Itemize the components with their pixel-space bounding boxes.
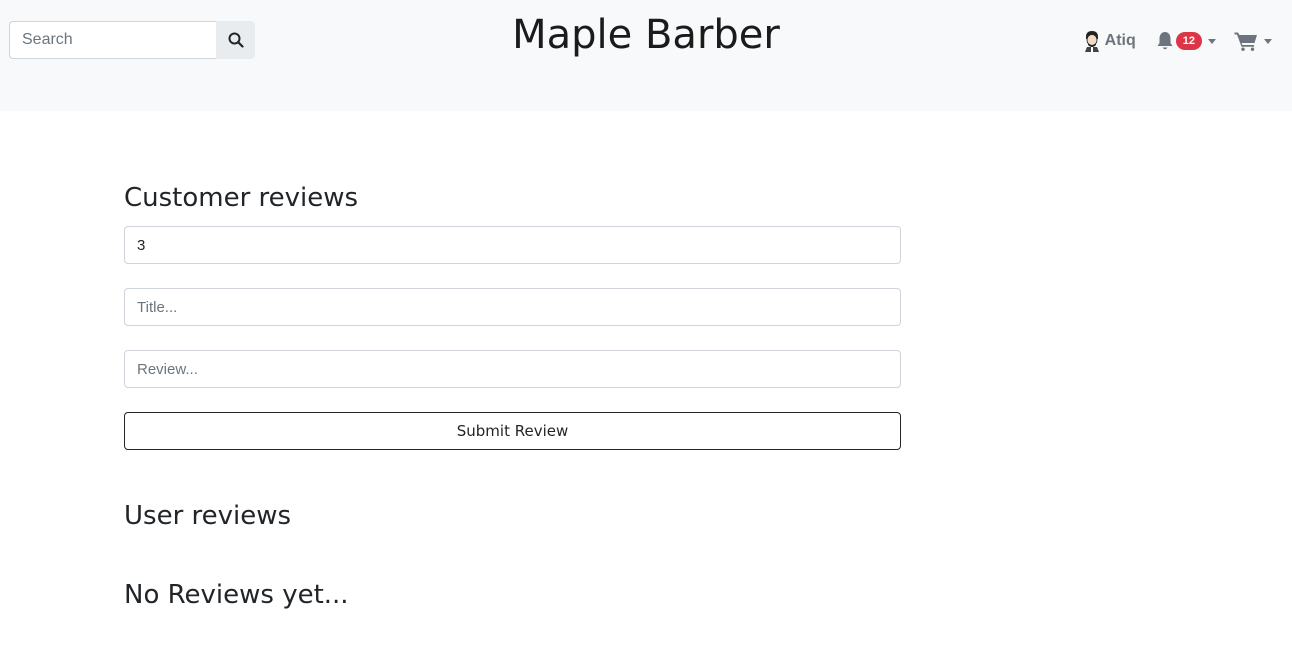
reviews-section: Customer reviews Submit Review User revi… <box>124 183 901 610</box>
shopping-cart-icon <box>1234 32 1257 51</box>
review-title-input[interactable] <box>124 288 901 326</box>
top-navbar: Maple Barber Atiq 12 <box>0 0 1292 111</box>
rating-input[interactable] <box>124 226 901 264</box>
search-icon <box>228 32 244 48</box>
notification-count-badge: 12 <box>1175 32 1202 50</box>
barber-avatar-icon <box>1084 31 1099 52</box>
user-menu[interactable]: Atiq <box>1083 30 1136 52</box>
user-name: Atiq <box>1104 32 1136 49</box>
no-reviews-message: No Reviews yet... <box>124 580 349 610</box>
chevron-down-icon <box>1208 38 1216 44</box>
search-input[interactable] <box>9 21 216 59</box>
user-reviews-heading: User reviews <box>124 501 292 531</box>
search-button[interactable] <box>216 21 255 59</box>
search-form <box>9 21 255 59</box>
customer-reviews-heading: Customer reviews <box>124 183 359 213</box>
bell-icon <box>1157 32 1173 50</box>
review-text-input[interactable] <box>124 350 901 388</box>
review-form: Submit Review <box>124 226 901 450</box>
notifications-dropdown[interactable]: 12 <box>1156 31 1216 51</box>
cart-dropdown[interactable] <box>1234 31 1272 51</box>
submit-review-button[interactable]: Submit Review <box>124 412 901 450</box>
navbar-right: Atiq 12 <box>1083 27 1272 55</box>
chevron-down-icon <box>1264 38 1272 44</box>
